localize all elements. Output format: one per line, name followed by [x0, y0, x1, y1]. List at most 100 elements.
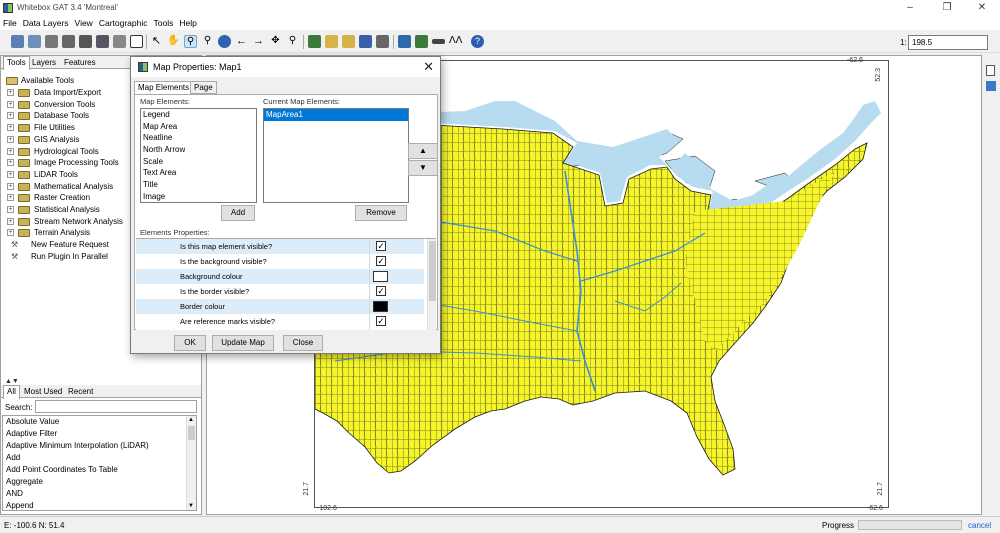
- checkbox[interactable]: ✓: [376, 316, 386, 326]
- previous-extent-icon[interactable]: ←: [235, 35, 248, 48]
- expand-icon[interactable]: +: [7, 112, 14, 120]
- next-extent-icon[interactable]: →: [252, 35, 265, 48]
- property-value[interactable]: ✓: [371, 284, 391, 299]
- scale-input[interactable]: [908, 35, 988, 50]
- move-up-button[interactable]: ▲: [408, 143, 438, 159]
- print-icon[interactable]: [96, 35, 109, 48]
- print-map-icon[interactable]: [376, 35, 389, 48]
- zoom-in-icon[interactable]: ⚲: [184, 35, 197, 48]
- expand-icon[interactable]: +: [7, 135, 14, 143]
- expand-icon[interactable]: +: [7, 229, 14, 237]
- zoom-out-icon[interactable]: ⚲: [201, 35, 214, 48]
- full-extent-icon[interactable]: [218, 35, 231, 48]
- tool-list-item[interactable]: Adaptive Filter: [3, 428, 196, 440]
- property-value[interactable]: [371, 299, 391, 314]
- tool-list-item[interactable]: AND: [3, 488, 196, 500]
- close-icon[interactable]: ✕: [423, 59, 434, 75]
- tab-map-elements[interactable]: Map Elements: [134, 81, 194, 95]
- expand-icon[interactable]: +: [7, 124, 14, 132]
- map-element-option[interactable]: Text Area: [141, 167, 256, 179]
- tab-features[interactable]: Features: [61, 57, 99, 69]
- property-value[interactable]: ✓: [371, 254, 391, 269]
- property-value[interactable]: ✓: [371, 239, 391, 254]
- tool-search-input[interactable]: [35, 400, 197, 413]
- digitize-icon[interactable]: ΛΛ: [449, 35, 462, 48]
- menu-tools[interactable]: Tools: [151, 16, 177, 28]
- checkbox[interactable]: ✓: [376, 241, 386, 251]
- move-down-button[interactable]: ▼: [408, 160, 438, 176]
- menu-file[interactable]: File: [0, 16, 20, 28]
- tool-list-item[interactable]: Adaptive Minimum Interpolation (LiDAR): [3, 440, 196, 452]
- expand-icon[interactable]: +: [7, 182, 14, 190]
- save-map-icon[interactable]: [359, 35, 372, 48]
- map-element-option[interactable]: Legend: [141, 109, 256, 121]
- help-icon[interactable]: ?: [471, 35, 484, 48]
- open-raster-icon[interactable]: [11, 35, 24, 48]
- properties-scrollbar[interactable]: [427, 239, 436, 330]
- map-element-option[interactable]: Title: [141, 179, 256, 191]
- tab-layers[interactable]: Layers: [29, 57, 59, 69]
- layer-properties-icon[interactable]: [113, 35, 126, 48]
- expand-icon[interactable]: +: [7, 206, 14, 213]
- new-folder-icon[interactable]: [342, 35, 355, 48]
- ok-button[interactable]: OK: [174, 335, 206, 351]
- remove-button[interactable]: Remove: [355, 205, 407, 221]
- select-icon[interactable]: ↖: [150, 35, 163, 48]
- expand-icon[interactable]: +: [7, 194, 14, 202]
- close-icon[interactable]: ✕: [964, 0, 1000, 16]
- map-book-icon[interactable]: [308, 35, 321, 48]
- restore-icon[interactable]: ❐: [929, 0, 965, 16]
- tab-most-used[interactable]: Most Used: [21, 386, 65, 398]
- map-element-option[interactable]: North Arrow: [141, 144, 256, 156]
- expand-icon[interactable]: +: [7, 89, 14, 96]
- tool-list-item[interactable]: Aggregate: [3, 476, 196, 488]
- scroll-up-icon[interactable]: ▲: [188, 417, 194, 423]
- map-element-option[interactable]: Scale: [141, 156, 256, 168]
- menu-cartographic[interactable]: Cartographic: [96, 16, 151, 28]
- current-element-option[interactable]: MapArea1: [264, 109, 408, 121]
- tool-list-item[interactable]: Append: [3, 500, 196, 510]
- menu-view[interactable]: View: [72, 16, 96, 28]
- tab-all[interactable]: All: [3, 385, 20, 399]
- map-element-option[interactable]: Image: [141, 191, 256, 202]
- table-view-icon[interactable]: [415, 35, 428, 48]
- expand-icon[interactable]: +: [7, 217, 14, 225]
- tool-list-scrollbar[interactable]: ▲ ▼: [186, 416, 196, 510]
- map-element-option[interactable]: Neatline: [141, 132, 256, 144]
- splitter-arrows[interactable]: ▲▼: [5, 378, 19, 385]
- expand-icon[interactable]: +: [7, 100, 14, 108]
- save-as-icon[interactable]: [62, 35, 75, 48]
- tool-list[interactable]: Absolute Value Adaptive Filter Adaptive Mi…: [2, 415, 197, 511]
- property-value[interactable]: ✓: [371, 314, 391, 329]
- minimize-icon[interactable]: –: [892, 0, 928, 16]
- tool-list-item[interactable]: Absolute Value: [3, 416, 196, 428]
- menu-data-layers[interactable]: Data Layers: [20, 16, 72, 28]
- layout-icon[interactable]: [986, 81, 996, 91]
- ruler-icon[interactable]: [432, 39, 445, 44]
- raster-calculator-icon[interactable]: [398, 35, 411, 48]
- expand-icon[interactable]: +: [7, 159, 14, 167]
- zoom-to-layer-icon[interactable]: ⚲: [286, 35, 299, 48]
- color-swatch[interactable]: [373, 301, 388, 312]
- expand-icon[interactable]: +: [7, 170, 14, 178]
- color-swatch[interactable]: [373, 271, 388, 282]
- save-icon[interactable]: [45, 35, 58, 48]
- menu-help[interactable]: Help: [176, 16, 199, 28]
- pan-icon[interactable]: ✋: [167, 35, 180, 48]
- checkbox[interactable]: ✓: [376, 256, 386, 266]
- map-element-option[interactable]: Map Area: [141, 121, 256, 133]
- page-icon[interactable]: [986, 65, 995, 76]
- close-layer-icon[interactable]: [79, 35, 92, 48]
- tab-page[interactable]: Page: [190, 81, 217, 94]
- add-button[interactable]: Add: [221, 205, 255, 221]
- scroll-down-icon[interactable]: ▼: [188, 503, 194, 509]
- tab-tools[interactable]: Tools: [3, 56, 30, 70]
- property-value[interactable]: [371, 269, 391, 284]
- tab-recent[interactable]: Recent: [65, 386, 96, 398]
- expand-icon[interactable]: +: [7, 147, 14, 155]
- checkbox[interactable]: ✓: [376, 286, 386, 296]
- table-icon[interactable]: [130, 35, 143, 48]
- update-map-button[interactable]: Update Map: [212, 335, 274, 351]
- tool-list-item[interactable]: Add: [3, 452, 196, 464]
- current-elements-list[interactable]: MapArea1: [263, 108, 409, 203]
